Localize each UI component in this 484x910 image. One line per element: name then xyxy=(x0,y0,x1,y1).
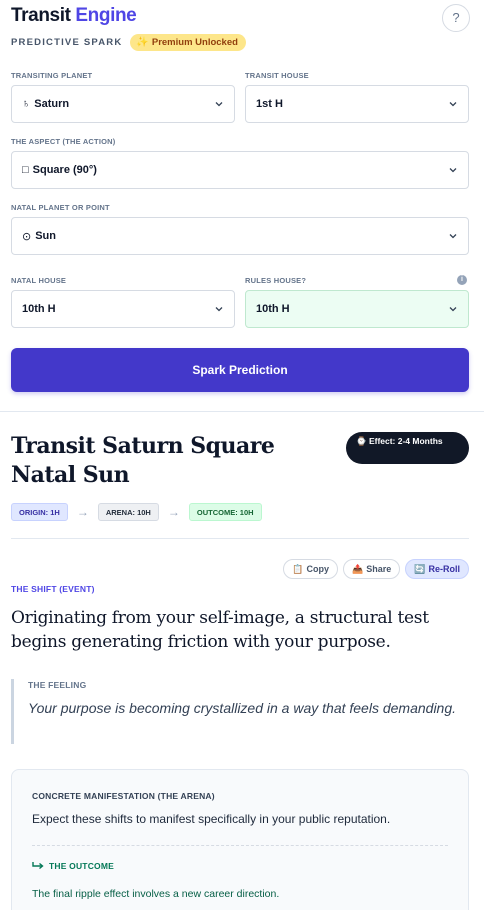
transiting-planet-value: Saturn xyxy=(34,98,70,110)
aspect-label: THE ASPECT (THE ACTION) xyxy=(11,137,116,146)
chevron-down-icon xyxy=(215,307,223,312)
subtitle-row: PREDICTIVE SPARK ✨ Premium Unlocked xyxy=(11,32,246,52)
chevron-down-icon xyxy=(449,234,457,239)
shift-text: Originating from your self-image, a stru… xyxy=(11,608,429,652)
outcome-text: The final ripple effect involves a new c… xyxy=(32,888,280,900)
reroll-button[interactable]: 🔄 Re-Roll xyxy=(405,559,469,579)
natal-point-label: NATAL PLANET OR POINT xyxy=(11,203,110,212)
app-header: Transit Engine ? PREDICTIVE SPARK ✨ Prem… xyxy=(11,4,473,51)
reroll-icon: 🔄 xyxy=(414,563,426,574)
transiting-planet-label: TRANSITING PLANET xyxy=(11,71,93,80)
house-flow: ORIGIN: 1H → ARENA: 10H → OUTCOME: 10H xyxy=(11,503,262,521)
share-icon: 📤 xyxy=(352,563,364,574)
result-divider xyxy=(11,538,469,539)
page-subtitle: PREDICTIVE SPARK xyxy=(11,36,123,48)
aspect-select[interactable]: □ Square (90°) xyxy=(11,151,469,189)
return-arrow-icon xyxy=(32,862,44,870)
info-icon[interactable]: i xyxy=(457,275,467,285)
result-title: Transit Saturn Square Natal Sun xyxy=(11,433,275,488)
shift-label: THE SHIFT (EVENT) xyxy=(11,584,95,594)
premium-label: Premium Unlocked xyxy=(151,36,238,48)
clipboard-icon: 📋 xyxy=(292,563,304,574)
share-button[interactable]: 📤 Share xyxy=(343,559,401,579)
natal-house-value: 10th H xyxy=(22,303,56,315)
app-title-main: Transit xyxy=(11,5,71,26)
natal-house-label: NATAL HOUSE xyxy=(11,276,67,285)
outcome-heading: THE OUTCOME xyxy=(32,861,114,871)
premium-badge: ✨ Premium Unlocked xyxy=(130,33,246,51)
copy-button[interactable]: 📋 Copy xyxy=(283,559,339,579)
manifest-separator xyxy=(32,845,448,846)
transit-house-label: TRANSIT HOUSE xyxy=(245,71,309,80)
manifest-text: Expect these shifts to manifest specific… xyxy=(32,812,391,826)
copy-label: Copy xyxy=(306,564,330,574)
natal-point-select[interactable]: ⊙ Sun xyxy=(11,217,469,255)
help-button[interactable]: ? xyxy=(442,4,470,32)
transit-house-value: 1st H xyxy=(256,98,283,110)
manifestation-card: CONCRETE MANIFESTATION (THE ARENA) Expec… xyxy=(11,769,469,910)
section-divider xyxy=(0,411,484,412)
arrow-right-icon: → xyxy=(76,505,89,519)
spark-prediction-button[interactable]: Spark Prediction xyxy=(11,348,469,392)
feeling-text: Your purpose is becoming crystallized in… xyxy=(28,700,457,716)
natal-point-value: Sun xyxy=(35,230,56,242)
square-aspect-icon: □ xyxy=(22,164,29,176)
chevron-down-icon xyxy=(449,307,457,312)
origin-chip: ORIGIN: 1H xyxy=(11,503,68,521)
saturn-glyph-icon: ♄ xyxy=(22,98,31,110)
feeling-label: THE FEELING xyxy=(28,680,87,690)
result-actions: 📋 Copy 📤 Share 🔄 Re-Roll xyxy=(283,559,469,579)
outcome-chip: OUTCOME: 10H xyxy=(188,503,262,521)
chevron-down-icon xyxy=(449,102,457,107)
manifest-label: CONCRETE MANIFESTATION (THE ARENA) xyxy=(32,791,215,801)
share-label: Share xyxy=(366,564,392,574)
rules-house-value: 10th H xyxy=(256,303,290,315)
rules-house-label: RULES HOUSE? xyxy=(245,276,307,285)
rules-house-select[interactable]: 10th H xyxy=(245,290,469,328)
natal-house-select[interactable]: 10th H xyxy=(11,290,235,328)
chevron-down-icon xyxy=(215,102,223,107)
outcome-label: THE OUTCOME xyxy=(49,861,115,871)
transiting-planet-select[interactable]: ♄ Saturn xyxy=(11,85,235,123)
sun-glyph-icon: ⊙ xyxy=(22,230,32,243)
feeling-block: THE FEELING Your purpose is becoming cry… xyxy=(11,679,466,744)
app-title-accent: Engine xyxy=(75,5,137,26)
sparkle-icon: ✨ xyxy=(136,36,149,48)
arena-chip: ARENA: 10H xyxy=(97,503,159,521)
app-title: Transit Engine xyxy=(11,4,473,28)
arrow-right-icon: → xyxy=(167,505,180,519)
effect-duration-badge: ⌚ Effect: 2-4 Months xyxy=(346,432,469,464)
aspect-value: Square (90°) xyxy=(32,164,97,176)
transit-house-select[interactable]: 1st H xyxy=(245,85,469,123)
reroll-label: Re-Roll xyxy=(428,564,461,574)
chevron-down-icon xyxy=(449,168,457,173)
